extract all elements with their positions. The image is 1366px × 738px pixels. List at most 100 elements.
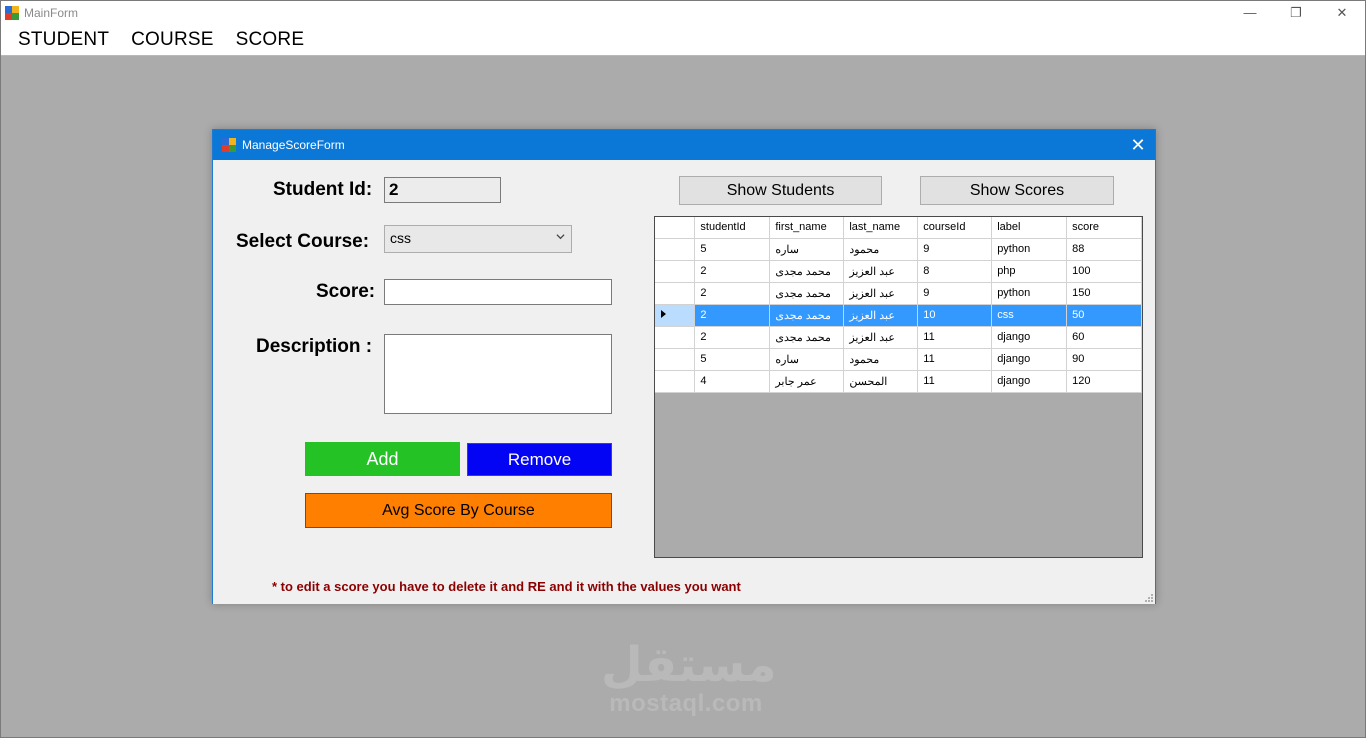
scores-table: studentId first_name last_name courseId … — [655, 217, 1142, 393]
table-row[interactable]: 2 محمد مجدى عبد العزيز 9 python 150 — [655, 282, 1142, 305]
menu-score[interactable]: SCORE — [225, 29, 316, 51]
avg-score-button[interactable]: Avg Score By Course — [305, 493, 612, 528]
child-close-icon[interactable]: ✕ — [1121, 130, 1155, 160]
cell-label[interactable]: css — [991, 304, 1068, 327]
cell-first-name[interactable]: محمد مجدى — [769, 326, 845, 349]
table-row[interactable]: 4 عمر جابر المحسن 11 django 120 — [655, 370, 1142, 393]
cell-courseid[interactable]: 11 — [917, 348, 993, 371]
column-header-score[interactable]: score — [1066, 217, 1142, 239]
main-window-title: MainForm — [24, 5, 79, 20]
column-header-first-name[interactable]: first_name — [769, 217, 845, 239]
cell-label[interactable]: python — [991, 238, 1068, 261]
student-id-label: Student Id: — [273, 179, 373, 200]
scores-grid[interactable]: studentId first_name last_name courseId … — [654, 216, 1143, 558]
main-titlebar: MainForm — ❐ ✕ — [1, 1, 1365, 24]
row-header[interactable] — [655, 304, 696, 327]
table-row[interactable]: 2 محمد مجدى عبد العزيز 11 django 60 — [655, 326, 1142, 349]
cell-studentid[interactable]: 2 — [694, 304, 771, 327]
cell-last-name[interactable]: عبد العزيز — [843, 326, 919, 349]
cell-score[interactable]: 60 — [1066, 326, 1142, 349]
cell-first-name[interactable]: محمد مجدى — [769, 260, 845, 283]
app-icon — [5, 5, 19, 20]
cell-last-name[interactable]: المحسن — [843, 370, 919, 393]
table-row[interactable]: 2 محمد مجدى عبد العزيز 8 php 100 — [655, 260, 1142, 283]
row-header[interactable] — [655, 238, 696, 261]
description-textarea[interactable] — [384, 334, 612, 414]
column-header-courseid[interactable]: courseId — [917, 217, 993, 239]
cell-courseid[interactable]: 8 — [917, 260, 993, 283]
remove-button[interactable]: Remove — [467, 443, 612, 476]
cell-courseid[interactable]: 10 — [917, 304, 993, 327]
add-button[interactable]: Add — [305, 442, 460, 476]
cell-score[interactable]: 90 — [1066, 348, 1142, 371]
cell-last-name[interactable]: عبد العزيز — [843, 304, 919, 327]
cell-last-name[interactable]: محمود — [843, 238, 919, 261]
menu-bar: STUDENT COURSE SCORE — [1, 24, 1365, 56]
cell-score[interactable]: 100 — [1066, 260, 1142, 283]
column-header-last-name[interactable]: last_name — [843, 217, 919, 239]
cell-courseid[interactable]: 9 — [917, 282, 993, 305]
table-row[interactable]: 5 ساره محمود 9 python 88 — [655, 238, 1142, 261]
cell-last-name[interactable]: عبد العزيز — [843, 260, 919, 283]
row-header[interactable] — [655, 326, 696, 349]
main-window: MainForm — ❐ ✕ STUDENT COURSE SCORE مستق… — [0, 0, 1366, 738]
description-label: Description : — [256, 336, 373, 357]
column-header-label[interactable]: label — [991, 217, 1068, 239]
row-header-corner — [655, 217, 696, 239]
course-select[interactable]: css — [384, 225, 572, 253]
table-row[interactable]: 5 ساره محمود 11 django 90 — [655, 348, 1142, 371]
watermark-latin: mostaql.com — [609, 690, 763, 717]
show-students-button[interactable]: Show Students — [679, 176, 882, 205]
cell-courseid[interactable]: 11 — [917, 326, 993, 349]
score-input[interactable] — [384, 279, 612, 305]
row-header[interactable] — [655, 348, 696, 371]
close-icon[interactable]: ✕ — [1319, 1, 1365, 24]
cell-label[interactable]: php — [991, 260, 1068, 283]
cell-first-name[interactable]: ساره — [769, 238, 845, 261]
edit-note: * to edit a score you have to delete it … — [272, 579, 741, 594]
restore-icon[interactable]: ❐ — [1273, 1, 1319, 24]
cell-courseid[interactable]: 11 — [917, 370, 993, 393]
grid-header-row: studentId first_name last_name courseId … — [655, 217, 1142, 239]
student-id-field[interactable]: 2 — [384, 177, 501, 203]
cell-label[interactable]: python — [991, 282, 1068, 305]
cell-score[interactable]: 88 — [1066, 238, 1142, 261]
cell-first-name[interactable]: ساره — [769, 348, 845, 371]
cell-courseid[interactable]: 9 — [917, 238, 993, 261]
row-header[interactable] — [655, 370, 696, 393]
resize-grip-icon[interactable] — [1143, 592, 1153, 602]
cell-label[interactable]: django — [991, 326, 1068, 349]
cell-last-name[interactable]: عبد العزيز — [843, 282, 919, 305]
cell-first-name[interactable]: عمر جابر — [769, 370, 845, 393]
table-row-selected[interactable]: 2 محمد مجدى عبد العزيز 10 css 50 — [655, 304, 1142, 327]
cell-score[interactable]: 50 — [1066, 304, 1142, 327]
score-label: Score: — [316, 281, 376, 302]
cell-studentid[interactable]: 5 — [694, 348, 771, 371]
form-icon — [222, 138, 236, 152]
cell-studentid[interactable]: 4 — [694, 370, 771, 393]
cell-label[interactable]: django — [991, 370, 1068, 393]
row-header[interactable] — [655, 282, 696, 305]
cell-score[interactable]: 150 — [1066, 282, 1142, 305]
cell-studentid[interactable]: 5 — [694, 238, 771, 261]
cell-first-name[interactable]: محمد مجدى — [769, 304, 845, 327]
course-select-value: css — [390, 230, 411, 246]
show-scores-button[interactable]: Show Scores — [920, 176, 1114, 205]
select-course-label: Select Course: — [236, 231, 370, 252]
cell-label[interactable]: django — [991, 348, 1068, 371]
current-row-arrow-icon — [661, 310, 666, 318]
cell-studentid[interactable]: 2 — [694, 282, 771, 305]
child-titlebar: ManageScoreForm ✕ — [213, 130, 1155, 160]
row-header[interactable] — [655, 260, 696, 283]
form-body: Student Id: 2 Select Course: css Score: … — [213, 160, 1155, 604]
cell-first-name[interactable]: محمد مجدى — [769, 282, 845, 305]
column-header-studentid[interactable]: studentId — [694, 217, 771, 239]
child-window-title: ManageScoreForm — [242, 138, 345, 152]
cell-last-name[interactable]: محمود — [843, 348, 919, 371]
cell-score[interactable]: 120 — [1066, 370, 1142, 393]
cell-studentid[interactable]: 2 — [694, 326, 771, 349]
menu-course[interactable]: COURSE — [120, 29, 225, 51]
minimize-icon[interactable]: — — [1227, 1, 1273, 24]
cell-studentid[interactable]: 2 — [694, 260, 771, 283]
menu-student[interactable]: STUDENT — [7, 29, 120, 51]
